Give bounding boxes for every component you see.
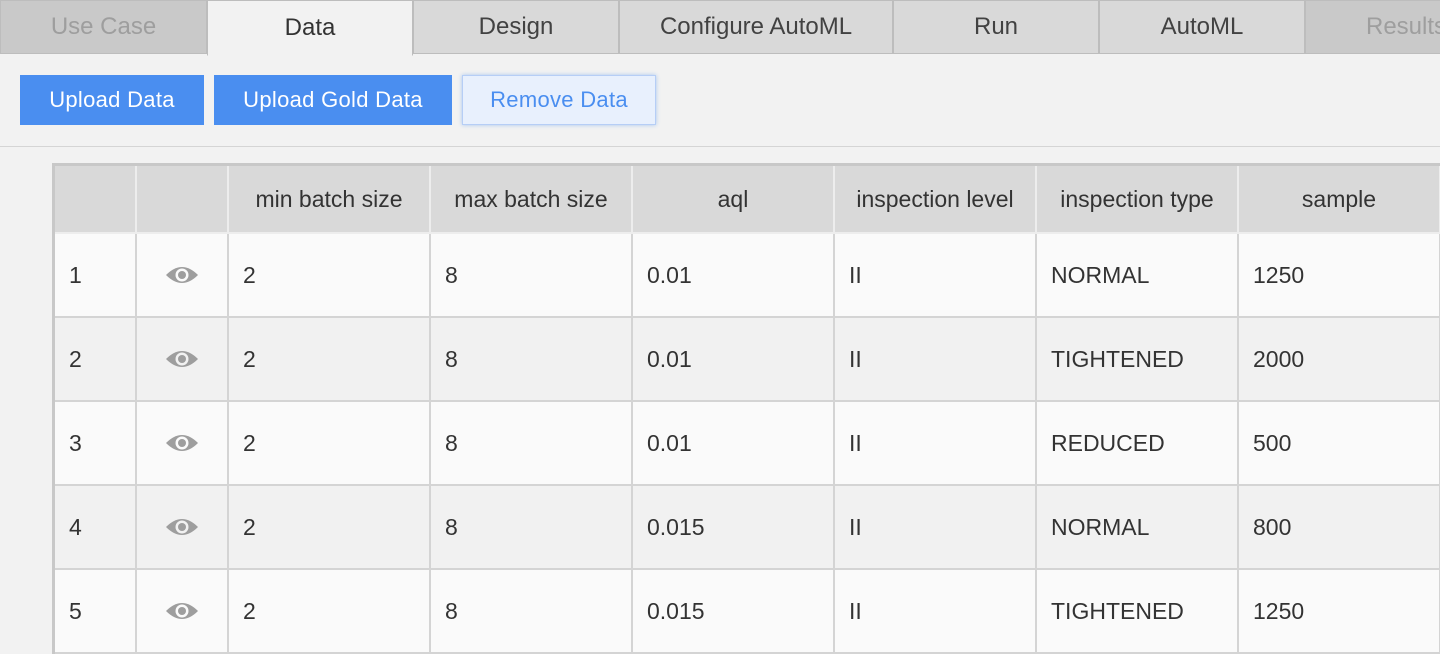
cell-inspection-level: II [835,570,1037,654]
cell-min-batch-size: 2 [229,318,431,402]
header-sample[interactable]: sample [1239,166,1440,234]
table-row[interactable]: 2 2 8 0.01 II TIGHTENED 2000 [55,318,1440,402]
upload-data-button[interactable]: Upload Data [20,75,204,125]
cell-inspection-level: II [835,318,1037,402]
cell-inspection-type: TIGHTENED [1037,570,1239,654]
toolbar-divider [0,146,1440,147]
cell-inspection-type: NORMAL [1037,486,1239,570]
tab-results[interactable]: Results [1305,0,1440,54]
cell-inspection-type: NORMAL [1037,234,1239,318]
table-row[interactable]: 5 2 8 0.015 II TIGHTENED 1250 [55,570,1440,654]
cell-inspection-level: II [835,486,1037,570]
table-header-row: min batch size max batch size aql inspec… [55,166,1440,234]
cell-sample: 1250 [1239,234,1440,318]
row-index: 1 [55,234,137,318]
row-index: 5 [55,570,137,654]
cell-max-batch-size: 8 [431,570,633,654]
tab-configure-automl[interactable]: Configure AutoML [619,0,893,54]
cell-max-batch-size: 8 [431,318,633,402]
cell-min-batch-size: 2 [229,402,431,486]
eye-icon[interactable] [137,570,229,654]
cell-inspection-type: REDUCED [1037,402,1239,486]
tab-data[interactable]: Data [207,0,413,56]
cell-sample: 800 [1239,486,1440,570]
cell-aql: 0.015 [633,486,835,570]
row-index: 3 [55,402,137,486]
eye-icon[interactable] [137,486,229,570]
header-min-batch-size[interactable]: min batch size [229,166,431,234]
header-inspection-type[interactable]: inspection type [1037,166,1239,234]
header-max-batch-size[interactable]: max batch size [431,166,633,234]
cell-sample: 1250 [1239,570,1440,654]
cell-inspection-type: TIGHTENED [1037,318,1239,402]
cell-aql: 0.01 [633,234,835,318]
cell-aql: 0.01 [633,318,835,402]
cell-aql: 0.015 [633,570,835,654]
cell-aql: 0.01 [633,402,835,486]
tab-automl[interactable]: AutoML [1099,0,1305,54]
cell-min-batch-size: 2 [229,234,431,318]
eye-icon[interactable] [137,402,229,486]
cell-inspection-level: II [835,402,1037,486]
eye-icon[interactable] [137,318,229,402]
row-index: 4 [55,486,137,570]
upload-gold-data-button[interactable]: Upload Gold Data [214,75,452,125]
cell-sample: 2000 [1239,318,1440,402]
cell-max-batch-size: 8 [431,486,633,570]
row-index: 2 [55,318,137,402]
header-index [55,166,137,234]
cell-min-batch-size: 2 [229,570,431,654]
cell-sample: 500 [1239,402,1440,486]
tab-bar: Use Case Data Design Configure AutoML Ru… [0,0,1440,56]
table-row[interactable]: 3 2 8 0.01 II REDUCED 500 [55,402,1440,486]
table-row[interactable]: 1 2 8 0.01 II NORMAL 1250 [55,234,1440,318]
table-row[interactable]: 4 2 8 0.015 II NORMAL 800 [55,486,1440,570]
cell-max-batch-size: 8 [431,402,633,486]
tab-run[interactable]: Run [893,0,1099,54]
eye-icon[interactable] [137,234,229,318]
remove-data-button[interactable]: Remove Data [462,75,656,125]
tab-use-case[interactable]: Use Case [0,0,207,54]
header-aql[interactable]: aql [633,166,835,234]
cell-max-batch-size: 8 [431,234,633,318]
header-view [137,166,229,234]
cell-inspection-level: II [835,234,1037,318]
cell-min-batch-size: 2 [229,486,431,570]
tab-design[interactable]: Design [413,0,619,54]
data-table: min batch size max batch size aql inspec… [52,163,1440,654]
header-inspection-level[interactable]: inspection level [835,166,1037,234]
